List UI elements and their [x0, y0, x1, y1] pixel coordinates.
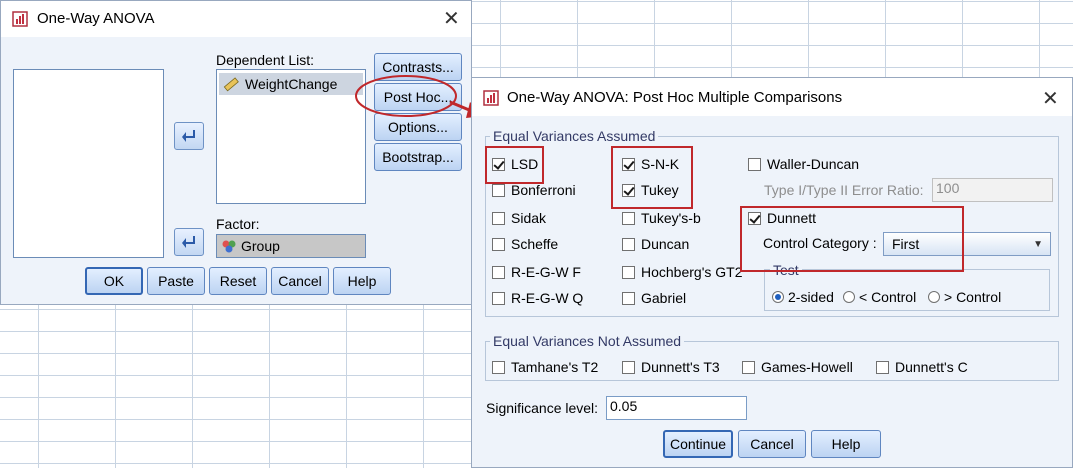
post-hoc-dialog: One-Way ANOVA: Post Hoc Multiple Compari… — [471, 77, 1073, 468]
bonferroni-box[interactable] — [492, 183, 505, 197]
dunnett-t3-checkbox[interactable]: Dunnett's T3 — [622, 359, 720, 375]
two-sided-radio-dot[interactable] — [772, 291, 784, 303]
sidak-checkbox[interactable]: Sidak — [492, 210, 546, 226]
arrow-right-icon — [182, 236, 195, 248]
waller-duncan-box[interactable] — [748, 157, 761, 171]
variable-source-list[interactable] — [13, 69, 164, 258]
games-howell-box[interactable] — [742, 360, 755, 374]
close-icon[interactable]: ✕ — [443, 6, 460, 31]
posthoc-titlebar: One-Way ANOVA: Post Hoc Multiple Compari… — [472, 78, 1072, 116]
duncan-checkbox[interactable]: Duncan — [622, 236, 689, 252]
chevron-down-icon: ▼ — [1033, 239, 1043, 250]
dependent-list-label: Dependent List: — [216, 52, 315, 68]
unequal-variances-legend: Equal Variances Not Assumed — [490, 333, 685, 349]
bonferroni-checkbox[interactable]: Bonferroni — [492, 182, 576, 198]
significance-label: Significance level: — [486, 400, 599, 416]
less-control-radio[interactable]: < Control — [843, 289, 916, 305]
scale-ruler-icon — [223, 77, 239, 92]
nominal-variable-icon — [222, 240, 236, 253]
tukeys-b-checkbox[interactable]: Tukey's-b — [622, 210, 701, 226]
factor-value: Group — [241, 238, 280, 254]
duncan-box[interactable] — [622, 237, 635, 251]
dunnett-c-box[interactable] — [876, 360, 889, 374]
tamhane-checkbox[interactable]: Tamhane's T2 — [492, 359, 598, 375]
error-ratio-label: Type I/Type II Error Ratio: — [764, 182, 924, 198]
close-icon[interactable]: ✕ — [1042, 86, 1059, 111]
dependent-list[interactable]: WeightChange — [216, 69, 366, 204]
main-window-title: One-Way ANOVA — [37, 10, 155, 27]
cancel-button[interactable]: Cancel — [271, 267, 329, 295]
help-button[interactable]: Help — [333, 267, 391, 295]
hochberg-box[interactable] — [622, 265, 635, 279]
sidak-box[interactable] — [492, 211, 505, 225]
arrow-right-icon — [182, 130, 195, 142]
post-hoc-annotation — [355, 75, 484, 118]
spss-dialog-icon — [12, 11, 28, 27]
hochberg-checkbox[interactable]: Hochberg's GT2 — [622, 264, 743, 280]
tukeys-b-box[interactable] — [622, 211, 635, 225]
equal-variances-legend: Equal Variances Assumed — [490, 128, 659, 144]
gabriel-checkbox[interactable]: Gabriel — [622, 290, 686, 306]
dependent-list-item[interactable]: WeightChange — [219, 73, 363, 95]
greater-control-radio[interactable]: > Control — [928, 289, 1001, 305]
regwf-box[interactable] — [492, 265, 505, 279]
lsd-highlight — [485, 146, 544, 184]
cancel-button[interactable]: Cancel — [738, 430, 806, 458]
reset-button[interactable]: Reset — [209, 267, 267, 295]
error-ratio-input[interactable]: 100 — [932, 178, 1053, 202]
tamhane-box[interactable] — [492, 360, 505, 374]
games-howell-checkbox[interactable]: Games-Howell — [742, 359, 853, 375]
ok-button[interactable]: OK — [85, 267, 143, 295]
bootstrap-button[interactable]: Bootstrap... — [374, 143, 462, 171]
continue-button[interactable]: Continue — [663, 430, 733, 458]
regwq-box[interactable] — [492, 291, 505, 305]
less-control-radio-dot[interactable] — [843, 291, 855, 303]
scheffe-box[interactable] — [492, 237, 505, 251]
paste-button[interactable]: Paste — [147, 267, 205, 295]
factor-label: Factor: — [216, 216, 260, 232]
greater-control-radio-dot[interactable] — [928, 291, 940, 303]
one-way-anova-dialog: One-Way ANOVA ✕ Dependent List: WeightCh… — [0, 0, 472, 305]
regwq-checkbox[interactable]: R-E-G-W Q — [492, 290, 583, 306]
spss-dialog-icon — [483, 90, 499, 106]
dunnett-t3-box[interactable] — [622, 360, 635, 374]
dunnett-highlight — [740, 206, 964, 272]
dunnett-c-checkbox[interactable]: Dunnett's C — [876, 359, 968, 375]
move-to-dependent-button[interactable] — [174, 122, 204, 150]
scheffe-checkbox[interactable]: Scheffe — [492, 236, 558, 252]
posthoc-window-title: One-Way ANOVA: Post Hoc Multiple Compari… — [507, 89, 843, 106]
gabriel-box[interactable] — [622, 291, 635, 305]
snk-tukey-highlight — [611, 146, 693, 209]
factor-field[interactable]: Group — [216, 234, 366, 258]
dependent-item-label: WeightChange — [245, 76, 338, 92]
move-to-factor-button[interactable] — [174, 228, 204, 256]
significance-input[interactable]: 0.05 — [606, 396, 747, 420]
main-titlebar: One-Way ANOVA ✕ — [1, 1, 471, 37]
help-button[interactable]: Help — [811, 430, 881, 458]
regwf-checkbox[interactable]: R-E-G-W F — [492, 264, 581, 280]
two-sided-radio[interactable]: 2-sided — [772, 289, 834, 305]
waller-duncan-checkbox[interactable]: Waller-Duncan — [748, 156, 859, 172]
